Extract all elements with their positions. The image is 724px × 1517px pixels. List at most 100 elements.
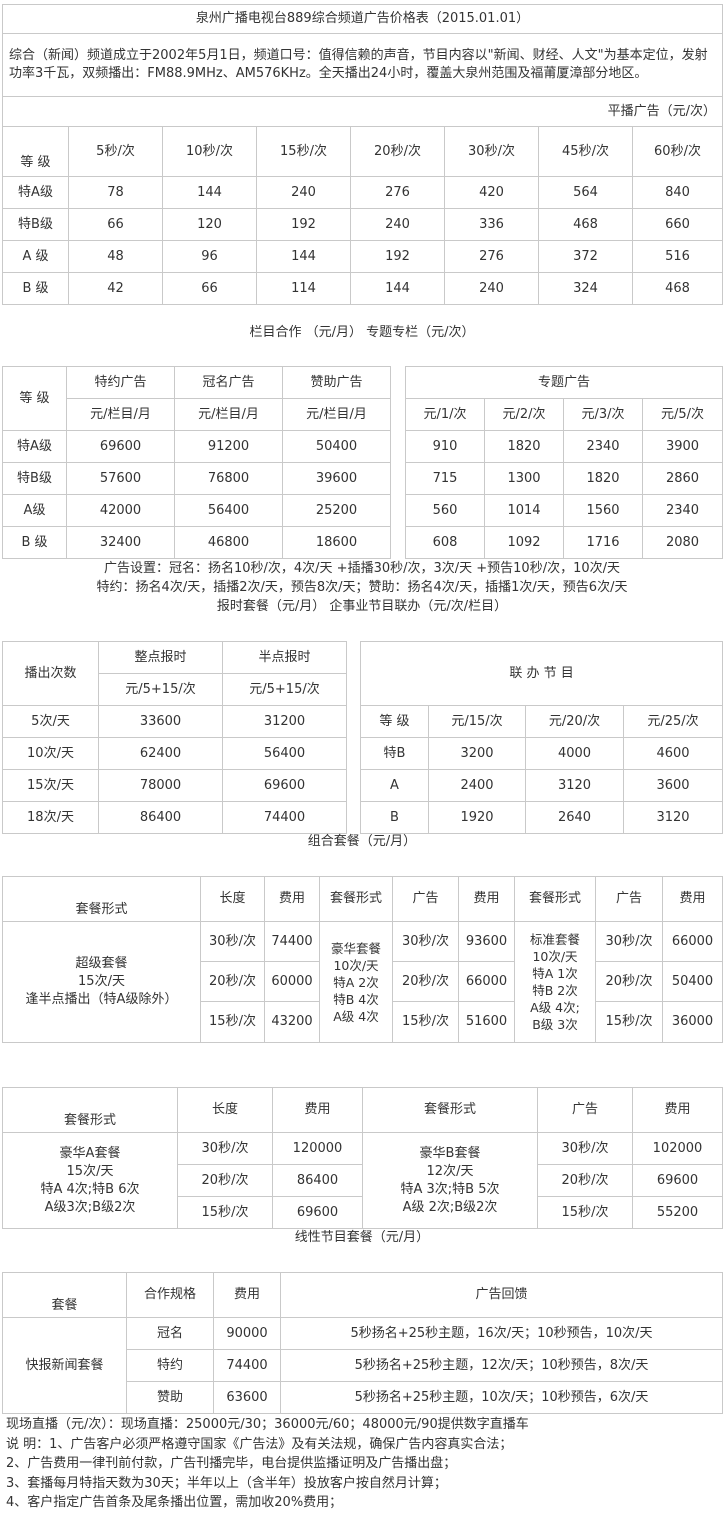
grade-cell: 特B级 [2, 208, 69, 241]
price-cell: 144 [256, 240, 351, 273]
linear-header: 广告回馈 [280, 1272, 723, 1318]
length-cell: 30秒/次 [537, 1132, 633, 1165]
table-row: 18次/天 86400 74400 B 1920 2640 3120 [2, 801, 724, 834]
price-cell: 3600 [622, 769, 724, 802]
combo-header: 套餐形式 [514, 876, 596, 922]
price-cell: 33600 [98, 705, 223, 738]
package-detail: A级3次;B级2次 [44, 1199, 136, 1215]
table-row: 10次/天 62400 56400 特B 3200 4000 4600 [2, 737, 724, 770]
feedback-cell: 5秒扬名+25秒主题，10次/天；10秒预告，6次/天 [280, 1381, 723, 1414]
price-cell: 468 [632, 272, 723, 305]
price-cell: 560 [405, 494, 485, 527]
count-header: 播出次数 [2, 641, 99, 706]
price-cell: 114 [256, 272, 351, 305]
price-cell: 66000 [458, 961, 515, 1002]
combo-header: 套餐形式 [2, 876, 201, 922]
grade-cell: B [360, 801, 429, 834]
price-cell: 1716 [563, 526, 643, 559]
price-cell: 372 [538, 240, 633, 273]
duration-header: 15秒/次 [256, 126, 351, 177]
package-detail: B级 3次 [532, 1017, 578, 1032]
price-cell: 4600 [622, 737, 724, 770]
explanation-note: 4、客户指定广告首条及尾条播出位置，需加收20%费用； [6, 1495, 343, 1510]
package-frequency: 10次/天 [333, 957, 379, 973]
price-cell: 564 [538, 176, 633, 209]
spec-cell: 冠名 [126, 1317, 214, 1350]
price-cell: 276 [350, 176, 445, 209]
price-cell: 1920 [428, 801, 526, 834]
price-cell: 66 [162, 272, 257, 305]
price-cell: 1560 [563, 494, 643, 527]
price-cell: 93600 [458, 921, 515, 962]
price-cell: 120000 [272, 1132, 363, 1165]
table-row: 特B级 66 120 192 240 336 468 660 [2, 208, 723, 241]
footer-notes: 现场直播（元/次）：现场直播：25000元/30；36000元/60；48000… [6, 1415, 720, 1513]
price-cell: 2640 [525, 801, 624, 834]
time-signal-caption: 报时套餐（元/月） 企事业节目联办（元/次/栏目） [216, 599, 508, 614]
table-row: 特A级 69600 91200 50400 910 1820 2340 3900 [2, 430, 724, 463]
price-cell: 18600 [282, 526, 391, 559]
luxury-a-package-name: 豪华A套餐 15次/天 特A 4次;特B 6次 A级3次;B级2次 [2, 1132, 178, 1229]
price-cell: 120 [162, 208, 257, 241]
price-cell: 420 [444, 176, 539, 209]
grade-cell: 特B级 [2, 462, 67, 495]
price-cell: 2340 [641, 494, 724, 527]
coop-type-header: 特约广告 [66, 366, 175, 399]
price-cell: 2860 [641, 462, 724, 495]
joint-header: 联 办 节 目 [359, 641, 724, 706]
signal-type-header: 整点报时 [98, 641, 223, 674]
price-cell: 2080 [641, 526, 724, 559]
combo-header: 广告 [392, 876, 459, 922]
length-cell: 15秒/次 [392, 1001, 459, 1043]
table-row: A级 42000 56400 25200 560 1014 1560 2340 [2, 494, 724, 527]
price-cell: 69600 [272, 1196, 363, 1229]
length-cell: 30秒/次 [595, 921, 663, 962]
duration-header: 20秒/次 [350, 126, 445, 177]
length-cell: 30秒/次 [392, 921, 459, 962]
price-cell: 144 [162, 176, 257, 209]
price-cell: 74400 [222, 801, 347, 834]
special-unit: 元/3/次 [563, 398, 643, 431]
price-cell: 78 [68, 176, 163, 209]
grade-header: 等 级 [360, 705, 429, 738]
signal-type-header: 半点报时 [222, 641, 347, 674]
time-signal-table: 播出次数 整点报时 半点报时 联 办 节 目 元/5+15/次 元/5+15/次… [2, 641, 724, 834]
combo-header: 费用 [458, 876, 515, 922]
combo-header: 费用 [264, 876, 320, 922]
joint-unit: 元/15/次 [428, 705, 526, 738]
package-header: 广告 [537, 1087, 633, 1133]
price-cell: 1300 [484, 462, 564, 495]
price-cell: 90000 [213, 1317, 281, 1350]
combo-header: 费用 [662, 876, 723, 922]
price-cell: 36000 [662, 1001, 723, 1043]
count-cell: 18次/天 [2, 801, 99, 834]
linear-header: 套餐 [2, 1272, 127, 1318]
duration-header: 45秒/次 [538, 126, 633, 177]
linear-caption: 线性节目套餐（元/月） [294, 1230, 430, 1245]
package-frequency: 10次/天 [532, 949, 578, 964]
coop-type-header: 赞助广告 [282, 366, 391, 399]
price-cell: 50400 [282, 430, 391, 463]
grade-cell: B 级 [2, 272, 69, 305]
length-cell: 30秒/次 [200, 921, 265, 962]
price-cell: 50400 [662, 961, 723, 1002]
luxury-b-package-name: 豪华B套餐 12次/天 特A 3次;特B 5次 A级 2次;B级2次 [362, 1132, 538, 1229]
package-header: 长度 [177, 1087, 273, 1133]
length-cell: 30秒/次 [177, 1132, 273, 1165]
table-row: 5次/天 33600 31200 等 级 元/15/次 元/20/次 元/25/… [2, 705, 724, 738]
price-cell: 86400 [272, 1164, 363, 1197]
coop-type-header: 冠名广告 [174, 366, 283, 399]
special-unit: 元/2/次 [484, 398, 564, 431]
spec-cell: 特约 [126, 1349, 214, 1382]
package-detail: 特A 1次 [532, 966, 578, 981]
length-cell: 20秒/次 [200, 961, 265, 1002]
price-cell: 324 [538, 272, 633, 305]
ad-settings-note: 广告设置：冠名：扬名10秒/次，4次/天 +插播30秒/次，3次/天 +预告10… [103, 561, 621, 576]
price-cell: 66 [68, 208, 163, 241]
unit-cell: 元/栏目/月 [66, 398, 175, 431]
table-row: B 级 42 66 114 144 240 324 468 [2, 272, 723, 305]
price-cell: 39600 [282, 462, 391, 495]
package-detail: 特B 4次 [333, 991, 379, 1007]
unit-cell: 元/5+15/次 [222, 673, 347, 706]
standard-package-name: 标准套餐 10次/天 特A 1次 特B 2次 A级 4次; B级 3次 [514, 921, 596, 1043]
